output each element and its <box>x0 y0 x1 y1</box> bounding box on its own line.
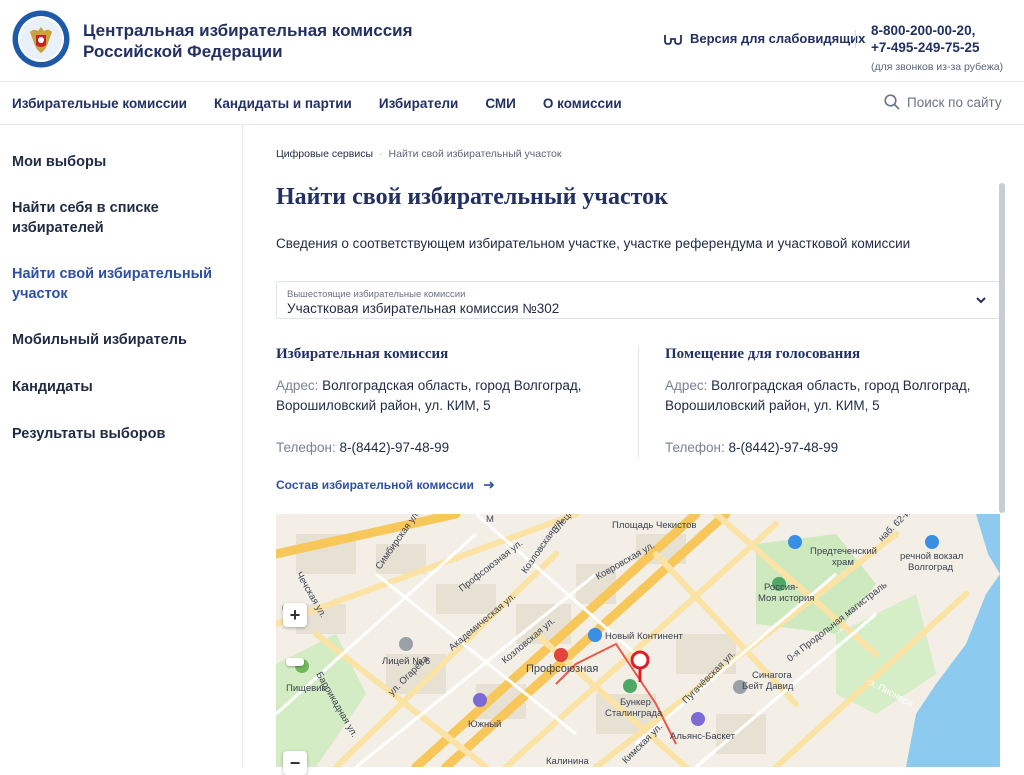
search-placeholder: Поиск по сайту <box>907 94 1002 110</box>
commission-select-value: Участковая избирательная комиссия №302 <box>287 301 560 316</box>
commission-address-label: Адрес: <box>276 378 319 393</box>
commission-address: Адрес: Волгоградская область, город Волг… <box>276 376 616 416</box>
nav-item[interactable]: О комиссии <box>543 96 622 111</box>
venue-phone-value[interactable]: 8-(8442)-97-48-99 <box>729 440 839 455</box>
breadcrumb-separator: · <box>379 148 383 160</box>
hotline-phones: 8-800-200-00-20, +7-495-249-75-25 (для з… <box>871 22 1003 76</box>
glasses-icon <box>664 34 682 45</box>
hotline-note: (для звонков из-за рубежа) <box>871 61 1004 73</box>
commission-composition-label: Состав избирательной комиссии <box>276 478 474 492</box>
metro-icon[interactable] <box>554 648 568 662</box>
low-vision-button[interactable]: Версия для слабовидящих <box>664 31 865 46</box>
org-title[interactable]: Центральная избирательная комиссия Росси… <box>83 20 413 62</box>
site-search[interactable]: Поиск по сайту <box>884 94 1002 110</box>
polling-location-marker[interactable] <box>630 650 650 682</box>
map-label-kalinina: Калинина <box>546 756 589 767</box>
sidebar-item[interactable]: Кандидаты <box>12 377 227 397</box>
nav-item[interactable]: СМИ <box>485 96 516 111</box>
zoom-in-button[interactable]: + <box>283 603 307 627</box>
map-label-ploshchad: Площадь Чекистов <box>612 520 696 531</box>
venue-info: Помещение для голосования Адрес: Волгогр… <box>665 346 1005 455</box>
commission-composition-link[interactable]: Состав избирательной комиссии <box>276 478 495 492</box>
arrow-right-icon <box>484 481 495 489</box>
map-label-m-letter: М <box>486 514 494 525</box>
school-icon[interactable] <box>399 637 413 651</box>
low-vision-label: Версия для слабовидящих <box>690 31 866 46</box>
commission-info: Избирательная комиссия Адрес: Волгоградс… <box>276 346 616 455</box>
main-nav: Избирательные комиссии Кандидаты и партии… <box>0 82 1024 125</box>
venue-address-label: Адрес: <box>665 378 708 393</box>
venue-phone: Телефон: 8-(8442)-97-48-99 <box>665 440 838 455</box>
map-label-yuzhny: Южный <box>468 719 501 730</box>
map-label-bunker-1: Бункер <box>620 697 651 708</box>
map-label-predtech-1: Предтеченский <box>810 546 877 557</box>
org-title-line1: Центральная избирательная комиссия <box>83 21 413 40</box>
sidebar-item[interactable]: Мои выборы <box>12 152 227 172</box>
map-label-profsoyuznaya: Профсоюзная <box>526 663 598 675</box>
sidebar-item[interactable]: Результаты выборов <box>12 424 227 444</box>
map-label-sinagoga-1: Синагога <box>752 670 792 681</box>
venue-address: Адрес: Волгоградская область, город Волг… <box>665 376 1005 416</box>
venue-phone-label: Телефон: <box>665 440 725 455</box>
nav-item[interactable]: Избиратели <box>379 96 458 111</box>
shop-icon[interactable] <box>588 628 602 642</box>
column-divider <box>638 346 639 458</box>
cik-emblem-logo[interactable] <box>12 10 70 68</box>
map-label-novy-kontinent: Новый Континент <box>605 631 683 642</box>
museum-icon[interactable] <box>623 679 637 693</box>
scrollbar-thumb[interactable] <box>999 183 1005 513</box>
commission-select[interactable]: Вышестоящие избирательные комиссии Участ… <box>276 281 1000 319</box>
map-label-alyans: Альянс-Баскет <box>670 731 736 742</box>
breadcrumb: Цифровые сервисы · Найти свой избирательны… <box>276 148 561 160</box>
map-label-sinagoga-2: Бейт Давид <box>742 681 794 692</box>
map-label-vokzal-2: Волгоград <box>908 562 954 573</box>
commission-phone-value[interactable]: 8-(8442)-97-48-99 <box>340 440 450 455</box>
zoom-out-button[interactable]: − <box>283 751 307 775</box>
map-label-rossiya-2: Моя история <box>758 593 814 604</box>
sidebar-item[interactable]: Найти себя в списке избирателей <box>12 198 227 238</box>
map-label-bunker-2: Сталинграда <box>605 708 663 719</box>
sidebar-item[interactable]: Мобильный избиратель <box>12 330 227 350</box>
nav-item[interactable]: Кандидаты и партии <box>214 96 352 111</box>
river-port-icon[interactable] <box>925 535 939 549</box>
hotline-phone-1[interactable]: 8-800-200-00-20, <box>871 22 1003 39</box>
polling-map[interactable]: Площадь Чекистов Предтеченский храм речн… <box>276 514 1000 767</box>
venue-address-value: Волгоградская область, город Волгоград, … <box>665 378 971 413</box>
nav-item[interactable]: Избирательные комиссии <box>12 96 187 111</box>
map-label-nab: наб. 62-й Ар <box>876 514 922 544</box>
commission-phone-label: Телефон: <box>276 440 336 455</box>
sidebar: Мои выборы Найти себя в списке избирателе… <box>0 125 243 767</box>
hotline-phone-2[interactable]: +7-495-249-75-25 <box>871 39 1003 56</box>
map-water <box>976 514 1000 574</box>
commission-heading: Избирательная комиссия <box>276 346 449 362</box>
map-zoom-control: + − <box>283 603 307 775</box>
commission-select-label: Вышестоящие избирательные комиссии <box>287 289 466 300</box>
zoom-slider-handle[interactable] <box>286 658 304 666</box>
page-title: Найти свой избирательный участок <box>276 184 668 210</box>
sport-icon[interactable] <box>691 712 705 726</box>
breadcrumb-current: Найти свой избирательный участок <box>388 148 562 160</box>
org-title-line2: Российской Федерации <box>83 42 283 61</box>
sidebar-item[interactable]: Найти свой избирательный участок <box>12 264 227 304</box>
map-label-vokzal-1: речной вокзал <box>900 551 963 562</box>
commission-phone: Телефон: 8-(8442)-97-48-99 <box>276 440 449 455</box>
commission-address-value: Волгоградская область, город Волгоград, … <box>276 378 582 413</box>
site-header: Центральная избирательная комиссия Росси… <box>0 0 1024 82</box>
map-label-rossiya-1: Россия- <box>764 582 798 593</box>
search-icon <box>884 94 900 110</box>
map-canvas[interactable]: Площадь Чекистов Предтеченский храм речн… <box>276 514 1000 767</box>
cinema-icon[interactable] <box>473 693 487 707</box>
header-divider <box>855 30 856 48</box>
page-subtitle: Сведения о соответствующем избирательном… <box>276 236 911 251</box>
map-label-predtech-2: храм <box>832 557 854 568</box>
church-icon[interactable] <box>788 535 802 549</box>
venue-heading: Помещение для голосования <box>665 346 861 362</box>
breadcrumb-digital-services[interactable]: Цифровые сервисы <box>276 148 373 160</box>
main-nav-items: Избирательные комиссии Кандидаты и партии… <box>12 96 622 111</box>
chevron-down-icon <box>976 297 986 304</box>
